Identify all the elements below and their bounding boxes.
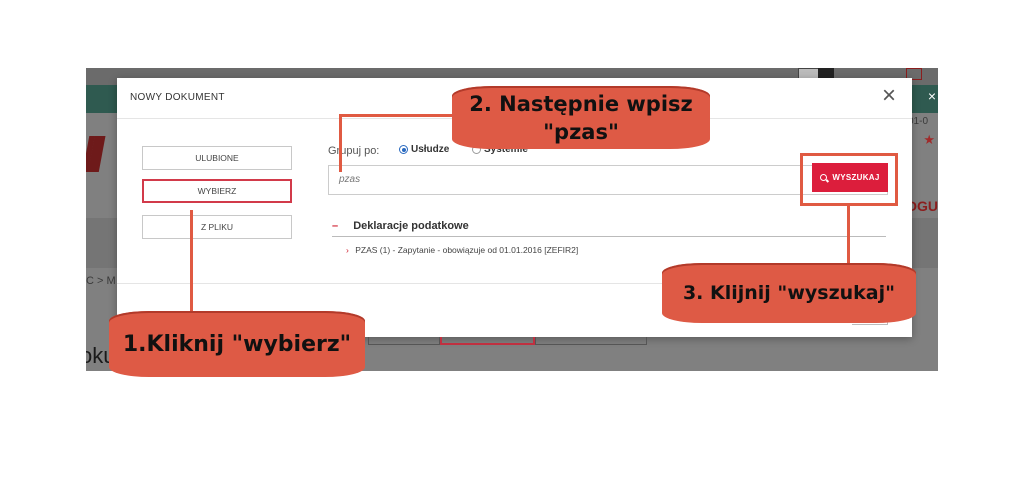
radio-checked-icon xyxy=(399,145,408,154)
callout-connector xyxy=(339,114,342,172)
app-close-icon[interactable]: × xyxy=(928,88,936,104)
search-highlight-box xyxy=(800,153,898,206)
footer-button[interactable] xyxy=(535,337,647,345)
radio-service-label: Usłudze xyxy=(411,144,450,155)
callout-connector xyxy=(847,206,850,263)
collapse-icon[interactable]: – xyxy=(332,220,338,232)
result-label: PZAS (1) - Zapytanie - obowiązuje od 01.… xyxy=(355,245,579,255)
chevron-right-icon: › xyxy=(346,245,349,255)
app-toolbar-button[interactable] xyxy=(818,68,834,78)
favorite-star-icon[interactable]: ★ xyxy=(923,132,935,148)
footer-button[interactable] xyxy=(368,337,440,345)
modal-title: NOWY DOKUMENT xyxy=(130,92,225,103)
callout-connector xyxy=(190,210,193,311)
group-by-label: Grupuj po: xyxy=(328,145,380,157)
app-logo: /// xyxy=(86,129,106,182)
section-title: Deklaracje podatkowe xyxy=(353,220,469,232)
breadcrumb: C > M xyxy=(86,275,116,287)
footer-button[interactable] xyxy=(440,337,535,345)
callout-step-3: 3. Klijnij "wyszukaj" xyxy=(662,263,916,323)
radio-service[interactable]: Usłudze xyxy=(399,144,449,155)
section-header[interactable]: – Deklaracje podatkowe xyxy=(332,220,886,237)
choose-button[interactable]: WYBIERZ xyxy=(142,179,292,203)
close-icon[interactable]: × xyxy=(882,84,896,108)
list-item[interactable]: › PZAS (1) - Zapytanie - obowiązuje od 0… xyxy=(346,245,578,255)
favorites-button[interactable]: ULUBIONE xyxy=(142,146,292,170)
callout-step-1: 1.Kliknij "wybierz" xyxy=(109,311,365,377)
from-file-button[interactable]: Z PLIKU xyxy=(142,215,292,239)
callout-step-2: 2. Następnie wpisz "pzas" xyxy=(452,86,710,149)
callout-connector xyxy=(339,114,453,117)
